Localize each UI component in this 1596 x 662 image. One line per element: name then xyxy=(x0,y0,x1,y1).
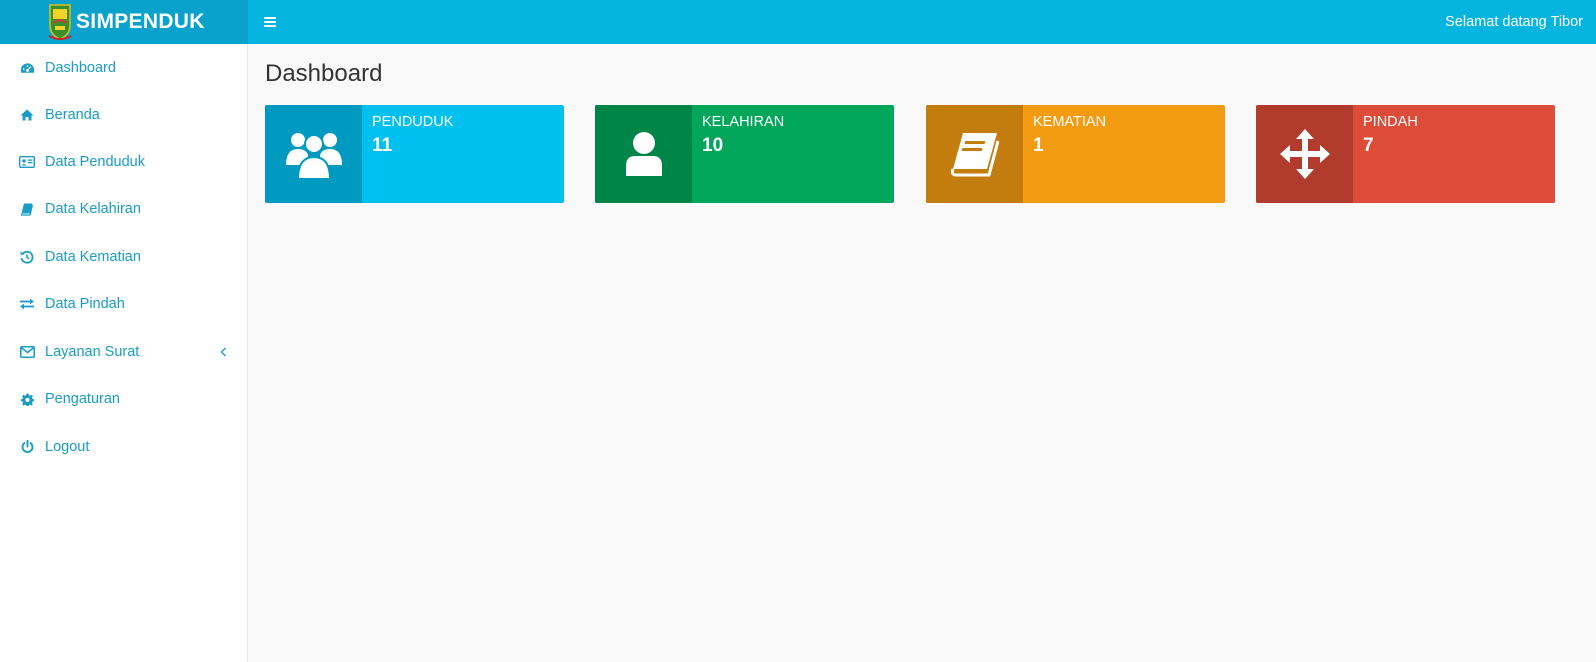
id-card-icon xyxy=(18,153,36,171)
welcome-user-text[interactable]: Selamat datang Tibor xyxy=(1445,14,1583,30)
sidebar-item-label: Beranda xyxy=(45,107,100,123)
stat-card-penduduk[interactable]: PENDUDUK 11 xyxy=(265,105,564,203)
sidebar-item-beranda[interactable]: Beranda xyxy=(0,92,247,138)
sidebar-item-label: Data Kematian xyxy=(45,249,141,265)
sidebar-item-label: Data Penduduk xyxy=(45,154,145,170)
sidebar-item-logout[interactable]: Logout xyxy=(0,424,247,470)
sidebar-item-data-kelahiran[interactable]: Data Kelahiran xyxy=(0,186,247,232)
sidebar-item-label: Logout xyxy=(45,439,90,455)
sidebar-item-label: Dashboard xyxy=(45,60,116,76)
stat-card-title: KELAHIRAN xyxy=(702,114,785,130)
sidebar-toggle-hamburger-icon[interactable] xyxy=(264,15,280,29)
dashboard-icon xyxy=(18,59,36,77)
stat-card-kematian[interactable]: KEMATIAN 1 xyxy=(926,105,1225,203)
sidebar-item-data-kematian[interactable]: Data Kematian xyxy=(0,234,247,280)
stat-card-value: 7 xyxy=(1363,135,1374,156)
logo-emblem-icon xyxy=(46,2,74,42)
stat-card-value: 11 xyxy=(372,135,393,156)
brand[interactable]: SIMPENDUK xyxy=(0,0,248,44)
home-icon xyxy=(18,106,36,124)
exchange-icon xyxy=(18,295,36,313)
user-icon xyxy=(595,105,692,203)
sidebar-item-label: Pengaturan xyxy=(45,391,120,407)
sidebar-item-label: Layanan Surat xyxy=(45,344,140,360)
top-navbar: Selamat datang Tibor xyxy=(248,0,1596,44)
sidebar: Dashboard Beranda Data Penduduk Data Kel… xyxy=(0,44,248,662)
power-icon xyxy=(18,438,36,456)
book-icon xyxy=(926,105,1023,203)
stat-card-pindah[interactable]: PINDAH 7 xyxy=(1256,105,1555,203)
page-title: Dashboard xyxy=(265,60,383,87)
envelope-icon xyxy=(18,343,36,361)
users-icon xyxy=(265,105,362,203)
stat-card-value: 10 xyxy=(702,135,724,156)
gear-icon xyxy=(18,390,36,408)
move-arrows-icon xyxy=(1256,105,1353,203)
sidebar-item-dashboard[interactable]: Dashboard xyxy=(0,45,247,91)
stat-card-value: 1 xyxy=(1033,135,1044,156)
brand-name: SIMPENDUK xyxy=(76,10,205,33)
sidebar-item-data-penduduk[interactable]: Data Penduduk xyxy=(0,139,247,185)
sidebar-item-layanan-surat[interactable]: Layanan Surat xyxy=(0,329,247,375)
stat-card-title: KEMATIAN xyxy=(1033,114,1107,130)
top-header: SIMPENDUK Selamat datang Tibor xyxy=(0,0,1596,44)
stat-card-kelahiran[interactable]: KELAHIRAN 10 xyxy=(595,105,894,203)
sidebar-item-label: Data Kelahiran xyxy=(45,201,141,217)
sidebar-item-pengaturan[interactable]: Pengaturan xyxy=(0,376,247,422)
sidebar-item-label: Data Pindah xyxy=(45,296,125,312)
chevron-left-icon[interactable] xyxy=(218,346,228,358)
history-icon xyxy=(18,248,36,266)
book-icon xyxy=(18,200,36,218)
stat-card-title: PENDUDUK xyxy=(372,114,454,130)
sidebar-item-data-pindah[interactable]: Data Pindah xyxy=(0,281,247,327)
stat-card-title: PINDAH xyxy=(1363,114,1418,130)
